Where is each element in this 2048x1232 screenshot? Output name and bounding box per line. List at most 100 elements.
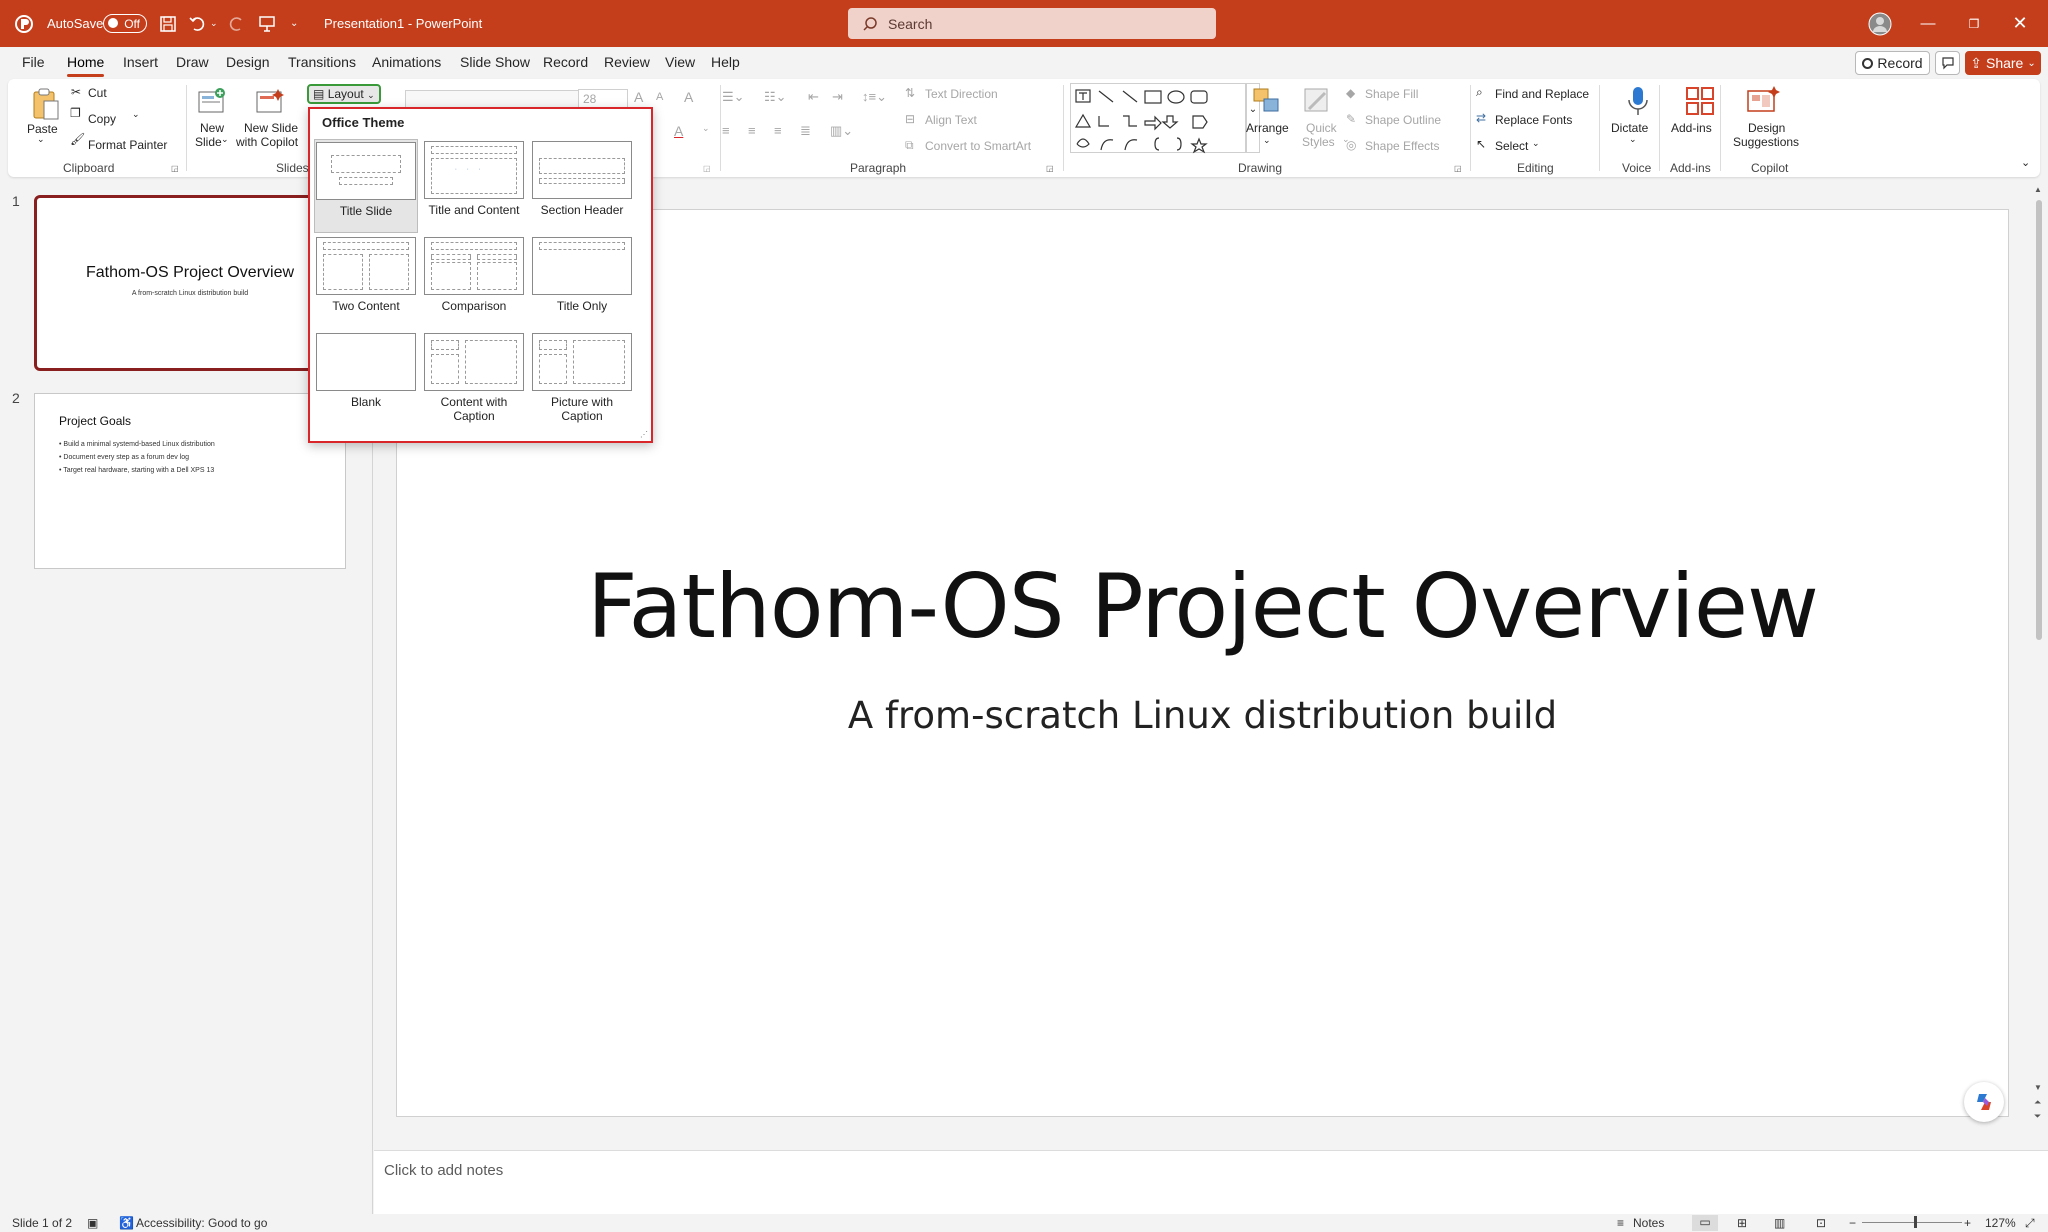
layout-title-only[interactable]: Title Only	[530, 235, 634, 329]
undo-icon[interactable]	[188, 0, 208, 47]
quick-styles-button[interactable]: Quick	[1306, 121, 1337, 135]
microphone-icon[interactable]	[1622, 85, 1654, 117]
tab-record[interactable]: Record	[543, 54, 588, 70]
decrease-font-icon[interactable]: A	[656, 91, 663, 103]
zoom-out-icon[interactable]: −	[1849, 1216, 1856, 1230]
paste-dropdown-icon[interactable]: ⌄	[37, 134, 45, 145]
layout-picture-with-caption[interactable]: Picture with Caption	[530, 331, 634, 425]
previous-slide-icon[interactable]: ⏶	[2034, 1097, 2041, 1108]
copy-icon[interactable]: ❐	[70, 106, 81, 120]
zoom-slider[interactable]	[1862, 1222, 1962, 1223]
slide-subtitle[interactable]: A from-scratch Linux distribution build	[397, 694, 2008, 737]
notes-pane[interactable]: Click to add notes	[374, 1150, 2048, 1216]
tab-draw[interactable]: Draw	[176, 54, 209, 70]
layout-two-content[interactable]: Two Content	[314, 235, 418, 329]
slide-thumbnail-1[interactable]: Fathom-OS Project Overview A from-scratc…	[34, 195, 346, 371]
comments-icon[interactable]	[1935, 51, 1960, 75]
tab-help[interactable]: Help	[711, 54, 740, 70]
select-dropdown-icon[interactable]: ⌄	[1532, 138, 1540, 149]
layout-content-with-caption[interactable]: Content with Caption	[422, 331, 526, 425]
align-right-icon[interactable]: ≡	[774, 123, 782, 138]
tab-file[interactable]: File	[22, 54, 45, 70]
replace-fonts-button[interactable]: Replace Fonts	[1495, 113, 1572, 127]
quick-styles-icon[interactable]	[1301, 85, 1333, 117]
layout-title-slide[interactable]: Title Slide	[314, 139, 418, 233]
slide-thumbnail-2[interactable]: Project Goals • Build a minimal systemd-…	[34, 393, 346, 569]
layout-comparison[interactable]: Comparison	[422, 235, 526, 329]
slideshow-icon[interactable]: ⊡	[1816, 1216, 1826, 1230]
record-button[interactable]: Record	[1855, 51, 1930, 75]
paragraph-launcher-icon[interactable]: ◲	[1046, 164, 1054, 173]
tab-design[interactable]: Design	[226, 54, 270, 70]
tab-home[interactable]: Home	[67, 54, 105, 77]
copy-dropdown-icon[interactable]: ⌄	[132, 109, 140, 120]
customize-qat-icon[interactable]: ⌄	[290, 0, 298, 47]
new-slide-button[interactable]: New	[200, 121, 224, 135]
paste-icon[interactable]	[30, 87, 62, 120]
layout-button[interactable]: ▤ Layout ⌄	[307, 84, 381, 104]
scroll-up-icon[interactable]: ▲	[2034, 185, 2042, 194]
zoom-slider-thumb[interactable]	[1914, 1216, 1917, 1228]
undo-dropdown-icon[interactable]: ⌄	[210, 0, 218, 47]
increase-indent-icon[interactable]: ⇥	[832, 89, 843, 105]
tab-review[interactable]: Review	[604, 54, 650, 70]
vertical-scrollbar[interactable]: ▲ ▼ ⏶ ⏷	[2033, 185, 2046, 1145]
tab-transitions[interactable]: Transitions	[288, 54, 356, 70]
normal-view-icon[interactable]: ▭	[1692, 1215, 1718, 1231]
arrange-icon[interactable]	[1251, 85, 1283, 117]
shape-fill-button[interactable]: Shape Fill	[1365, 87, 1418, 101]
resize-grip-icon[interactable]: ⋰	[640, 430, 648, 439]
restore-icon[interactable]: ❐	[1951, 0, 1997, 47]
dictate-button[interactable]: Dictate	[1611, 121, 1648, 135]
align-center-icon[interactable]: ≡	[748, 123, 756, 138]
find-replace-button[interactable]: Find and Replace	[1495, 87, 1589, 101]
cut-button[interactable]: Cut	[88, 86, 107, 100]
slide-title[interactable]: Fathom-OS Project Overview	[397, 555, 2008, 658]
present-icon[interactable]	[258, 0, 276, 47]
increase-font-icon[interactable]: A	[634, 89, 643, 105]
clipboard-launcher-icon[interactable]: ◲	[171, 164, 179, 173]
decrease-indent-icon[interactable]: ⇤	[808, 89, 819, 105]
zoom-level[interactable]: 127%	[1985, 1216, 2016, 1230]
clear-format-icon[interactable]: A	[684, 89, 693, 105]
layout-section-header[interactable]: Section Header	[530, 139, 634, 233]
shape-outline-button[interactable]: Shape Outline	[1365, 113, 1441, 127]
autosave-toggle[interactable]: Off	[103, 0, 147, 47]
fit-to-window-icon[interactable]: ⤢	[2025, 1216, 2035, 1231]
new-slide-icon[interactable]	[196, 87, 228, 119]
convert-smartart-button[interactable]: Convert to SmartArt	[925, 139, 1031, 153]
font-color-dropdown-icon[interactable]: ⌄	[702, 123, 710, 134]
select-button[interactable]: Select	[1495, 139, 1528, 153]
drawing-launcher-icon[interactable]: ◲	[1454, 164, 1462, 173]
collapse-ribbon-icon[interactable]: ⌄	[2021, 156, 2030, 169]
design-suggestions-button[interactable]: Design	[1748, 121, 1785, 135]
format-painter-button[interactable]: Format Painter	[88, 138, 167, 152]
tab-insert[interactable]: Insert	[123, 54, 158, 70]
align-left-icon[interactable]: ≡	[722, 123, 730, 138]
share-button[interactable]: ⇪ Share ⌄	[1965, 51, 2041, 75]
next-slide-icon[interactable]: ⏷	[2034, 1111, 2041, 1122]
bullets-icon[interactable]: ☰⌄	[722, 89, 745, 105]
slide-sorter-icon[interactable]: ⊞	[1737, 1216, 1747, 1230]
line-spacing-icon[interactable]: ↕≡⌄	[862, 89, 887, 105]
search-input[interactable]: Search	[848, 8, 1216, 39]
cut-icon[interactable]: ✂	[71, 85, 81, 99]
spellcheck-icon[interactable]: ▣	[87, 1216, 98, 1230]
arrange-dropdown-icon[interactable]: ⌄	[1263, 135, 1271, 146]
text-direction-icon[interactable]: ⇅	[905, 86, 915, 100]
font-size-field[interactable]: 28	[578, 89, 628, 109]
format-painter-icon[interactable]: 🖌	[70, 132, 85, 146]
columns-icon[interactable]: ▥⌄	[830, 123, 853, 139]
accessibility-status[interactable]: Accessibility: Good to go	[136, 1216, 267, 1230]
shape-fill-icon[interactable]: ◆	[1346, 86, 1355, 100]
dictate-dropdown-icon[interactable]: ⌄	[1629, 134, 1637, 145]
avatar[interactable]	[1868, 0, 1892, 47]
zoom-in-icon[interactable]: +	[1964, 1216, 1971, 1230]
addins-icon[interactable]	[1684, 85, 1716, 117]
select-icon[interactable]: ↖	[1476, 137, 1486, 151]
shape-outline-icon[interactable]: ✎	[1346, 112, 1356, 126]
scroll-thumb[interactable]	[2036, 200, 2042, 640]
align-text-button[interactable]: Align Text	[925, 113, 977, 127]
design-suggestions-icon[interactable]	[1746, 85, 1780, 117]
replace-fonts-icon[interactable]: ⇄	[1476, 111, 1486, 125]
